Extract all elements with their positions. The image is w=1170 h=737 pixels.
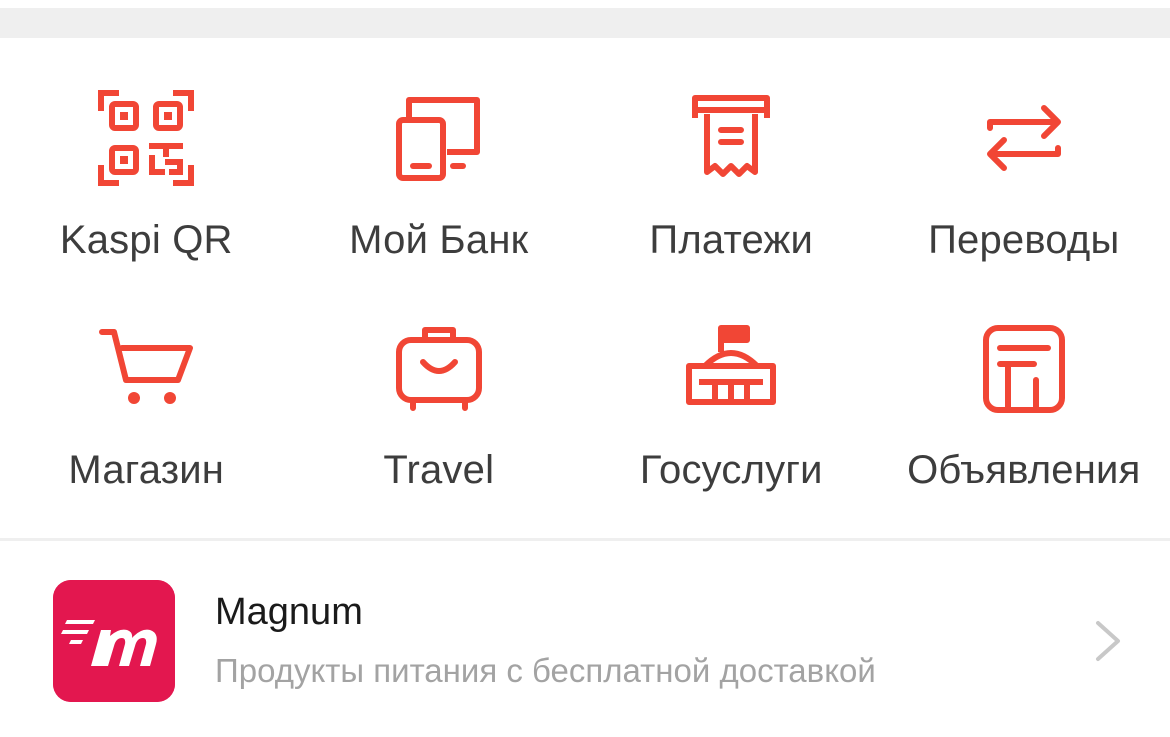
menu-item-shop[interactable]: Магазин	[0, 318, 293, 543]
menu-item-label: Магазин	[68, 448, 225, 492]
menu-item-label: Travel	[383, 448, 495, 492]
magnum-logo-icon	[53, 580, 175, 702]
promo-title: Magnum	[215, 591, 363, 633]
promo-subtitle: Продукты питания с бесплатной доставкой	[215, 652, 876, 689]
chevron-right-icon	[1090, 619, 1126, 663]
menu-item-transfers[interactable]: Переводы	[878, 88, 1170, 318]
menu-item-label: Мой Банк	[349, 218, 529, 262]
classifieds-icon	[974, 318, 1074, 418]
promo-item-magnum[interactable]: Magnum Продукты питания с бесплатной дос…	[0, 541, 1170, 737]
qr-code-icon	[96, 88, 196, 188]
services-grid: Kaspi QR Мой Банк Платежи Переводы Магаз…	[0, 38, 1170, 540]
menu-item-kaspi-qr[interactable]: Kaspi QR	[0, 88, 293, 318]
menu-item-travel[interactable]: Travel	[293, 318, 586, 543]
menu-item-label: Госуслуги	[639, 448, 823, 492]
suitcase-icon	[389, 318, 489, 418]
menu-item-payments[interactable]: Платежи	[585, 88, 878, 318]
government-building-icon	[681, 318, 781, 418]
top-separator	[0, 8, 1170, 38]
menu-item-gov-services[interactable]: Госуслуги	[585, 318, 878, 543]
menu-item-my-bank[interactable]: Мой Банк	[293, 88, 586, 318]
menu-item-classifieds[interactable]: Объявления	[878, 318, 1170, 543]
receipt-payment-icon	[681, 88, 781, 188]
menu-item-label: Платежи	[649, 218, 814, 262]
transfer-arrows-icon	[974, 88, 1074, 188]
menu-item-label: Переводы	[928, 218, 1120, 262]
bank-devices-icon	[389, 88, 489, 188]
menu-item-label: Объявления	[907, 448, 1141, 492]
shopping-cart-icon	[96, 318, 196, 418]
menu-item-label: Kaspi QR	[59, 218, 233, 262]
top-strip	[0, 0, 1170, 38]
